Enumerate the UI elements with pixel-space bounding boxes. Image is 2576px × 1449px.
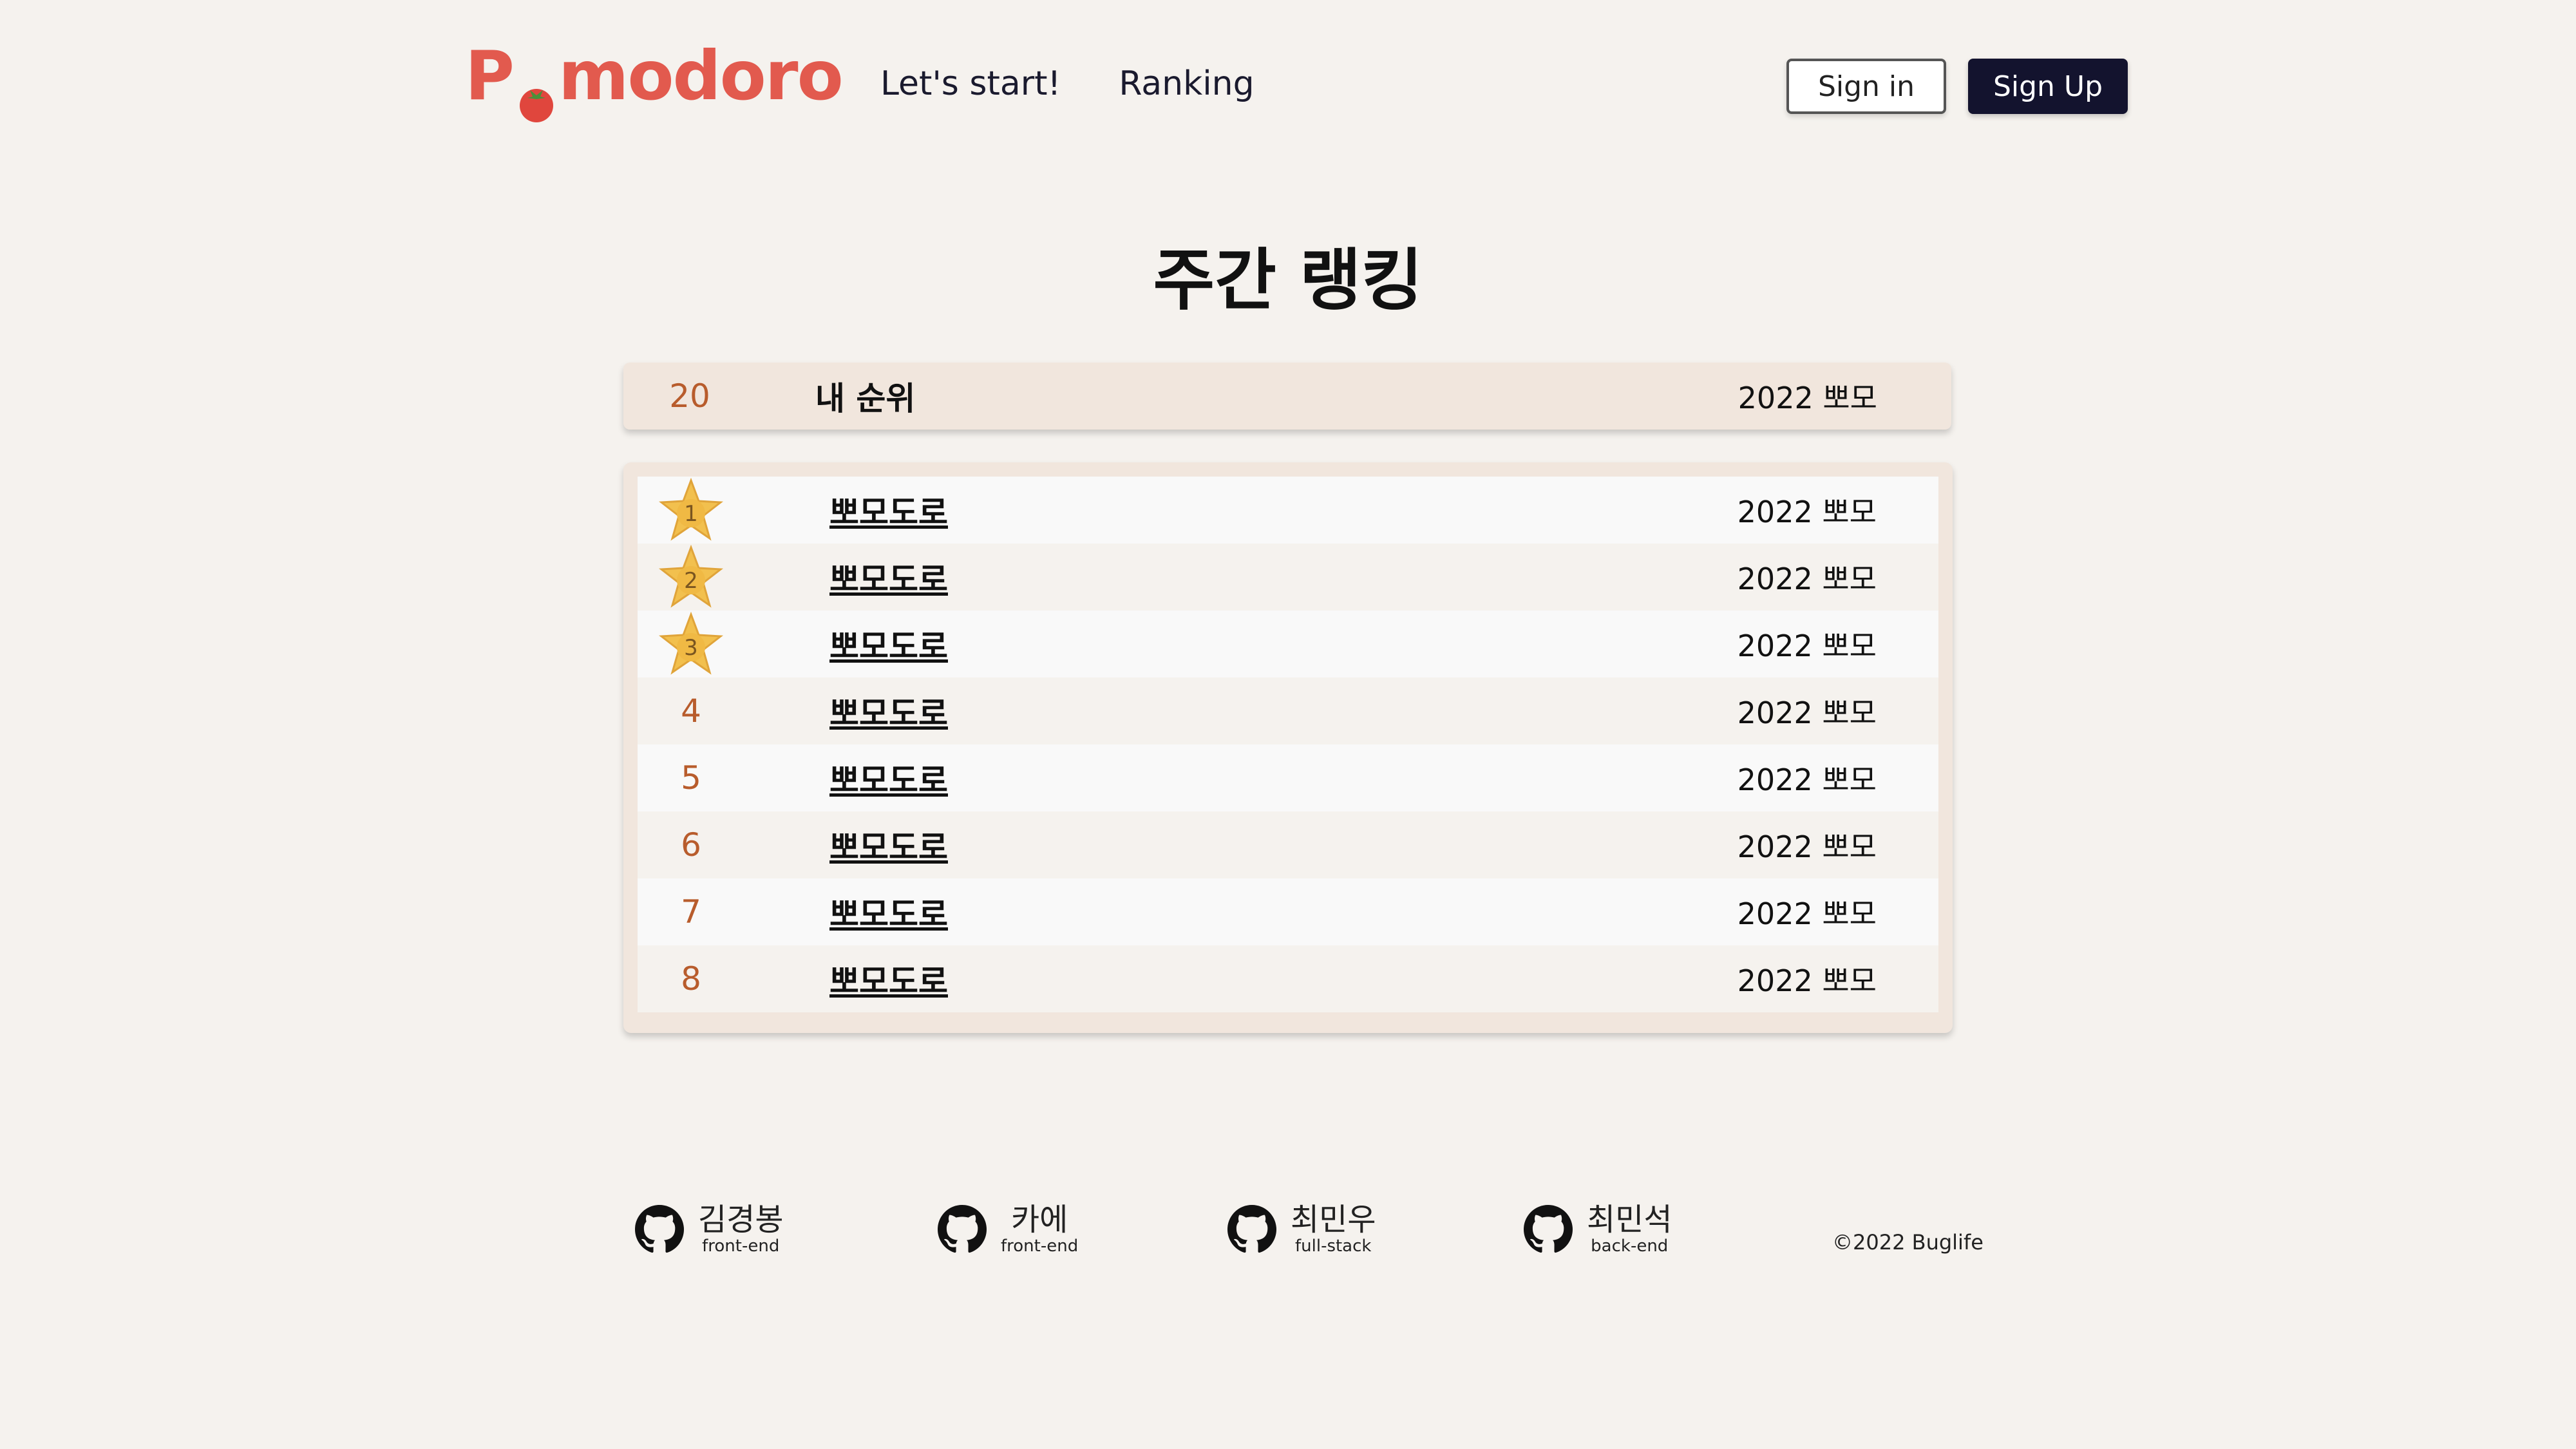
member-name: 김경봉 [698, 1202, 784, 1238]
footer-member[interactable]: 최민우 full-stack [1227, 1203, 1376, 1256]
user-score: 2022 뽀모 [1737, 495, 1877, 529]
member-name: 최민우 [1291, 1202, 1376, 1238]
member-name: 카에 [1010, 1202, 1068, 1238]
user-score: 2022 뽀모 [1737, 562, 1877, 596]
auth-buttons: Sign in Sign Up [1786, 59, 2128, 114]
logo[interactable]: P modoro [465, 37, 844, 122]
member-role: full-stack [1294, 1236, 1372, 1256]
user-name-link[interactable]: 뽀모도로 [744, 554, 1731, 600]
rank-number: 3 [684, 635, 698, 661]
footer-member[interactable]: 최민석 back-end [1524, 1203, 1672, 1256]
rank-number: 7 [681, 893, 701, 931]
user-name-link[interactable]: 뽀모도로 [744, 487, 1731, 533]
logo-suffix: modoro [558, 37, 844, 115]
ranking-row: 1 뽀모도로 2022 뽀모 [638, 477, 1938, 544]
star-icon: 2 [638, 545, 744, 609]
my-rank-label: 내 순위 [815, 380, 916, 417]
rank-number: 6 [681, 826, 701, 864]
footer-member[interactable]: 김경봉 front-end [635, 1203, 783, 1256]
member-role: back-end [1591, 1236, 1669, 1256]
footer-member[interactable]: 카에 front-end [938, 1203, 1078, 1256]
star-icon: 3 [638, 612, 744, 676]
user-name-link[interactable]: 뽀모도로 [744, 688, 1731, 734]
rank-number: 5 [681, 759, 701, 797]
ranking-row: 8 뽀모도로 2022 뽀모 [638, 945, 1938, 1012]
ranking-row: 4 뽀모도로 2022 뽀모 [638, 677, 1938, 744]
user-score: 2022 뽀모 [1737, 829, 1877, 864]
ranking-row: 3 뽀모도로 2022 뽀모 [638, 611, 1938, 677]
user-score: 2022 뽀모 [1737, 762, 1877, 797]
sign-up-button[interactable]: Sign Up [1968, 59, 2128, 114]
user-score: 2022 뽀모 [1737, 963, 1877, 998]
ranking-row: 2 뽀모도로 2022 뽀모 [638, 544, 1938, 611]
user-name-link[interactable]: 뽀모도로 [744, 956, 1731, 1002]
rank-number: 1 [684, 501, 698, 527]
nav-ranking[interactable]: Ranking [1119, 64, 1254, 103]
ranking-row: 5 뽀모도로 2022 뽀모 [638, 744, 1938, 811]
tomato-icon [516, 61, 557, 122]
user-name-link[interactable]: 뽀모도로 [744, 755, 1731, 801]
ranking-row: 7 뽀모도로 2022 뽀모 [638, 878, 1938, 945]
user-score: 2022 뽀모 [1737, 696, 1877, 730]
my-rank-number: 20 [669, 377, 710, 415]
rank-number: 8 [681, 960, 701, 998]
logo-prefix: P [465, 37, 515, 115]
member-name: 최민석 [1587, 1202, 1672, 1238]
rank-number: 4 [681, 692, 701, 730]
ranking-row: 6 뽀모도로 2022 뽀모 [638, 811, 1938, 878]
copyright: ©2022 Buglife [1832, 1230, 1984, 1255]
page-title: 주간 랭킹 [1153, 241, 1423, 319]
rank-number: 2 [684, 568, 698, 594]
member-role: front-end [702, 1236, 780, 1256]
star-icon: 1 [638, 478, 744, 542]
github-icon [635, 1205, 684, 1253]
nav-lets-start[interactable]: Let's start! [880, 64, 1061, 103]
user-name-link[interactable]: 뽀모도로 [744, 822, 1731, 868]
ranking-list: 1 뽀모도로 2022 뽀모 2 뽀모도로 2022 뽀모 3 뽀모도로 202… [623, 462, 1953, 1033]
user-score: 2022 뽀모 [1737, 896, 1877, 931]
user-score: 2022 뽀모 [1737, 629, 1877, 663]
github-icon [1524, 1205, 1573, 1253]
sign-in-button[interactable]: Sign in [1786, 59, 1946, 114]
my-rank-score: 2022 뽀모 [1738, 381, 1877, 415]
user-name-link[interactable]: 뽀모도로 [744, 889, 1731, 935]
user-name-link[interactable]: 뽀모도로 [744, 621, 1731, 667]
github-icon [938, 1205, 987, 1253]
github-icon [1227, 1205, 1276, 1253]
main-nav: Let's start! Ranking [880, 64, 1312, 103]
member-role: front-end [1001, 1236, 1079, 1256]
my-rank-row: 20 내 순위 2022 뽀모 [623, 363, 1951, 430]
